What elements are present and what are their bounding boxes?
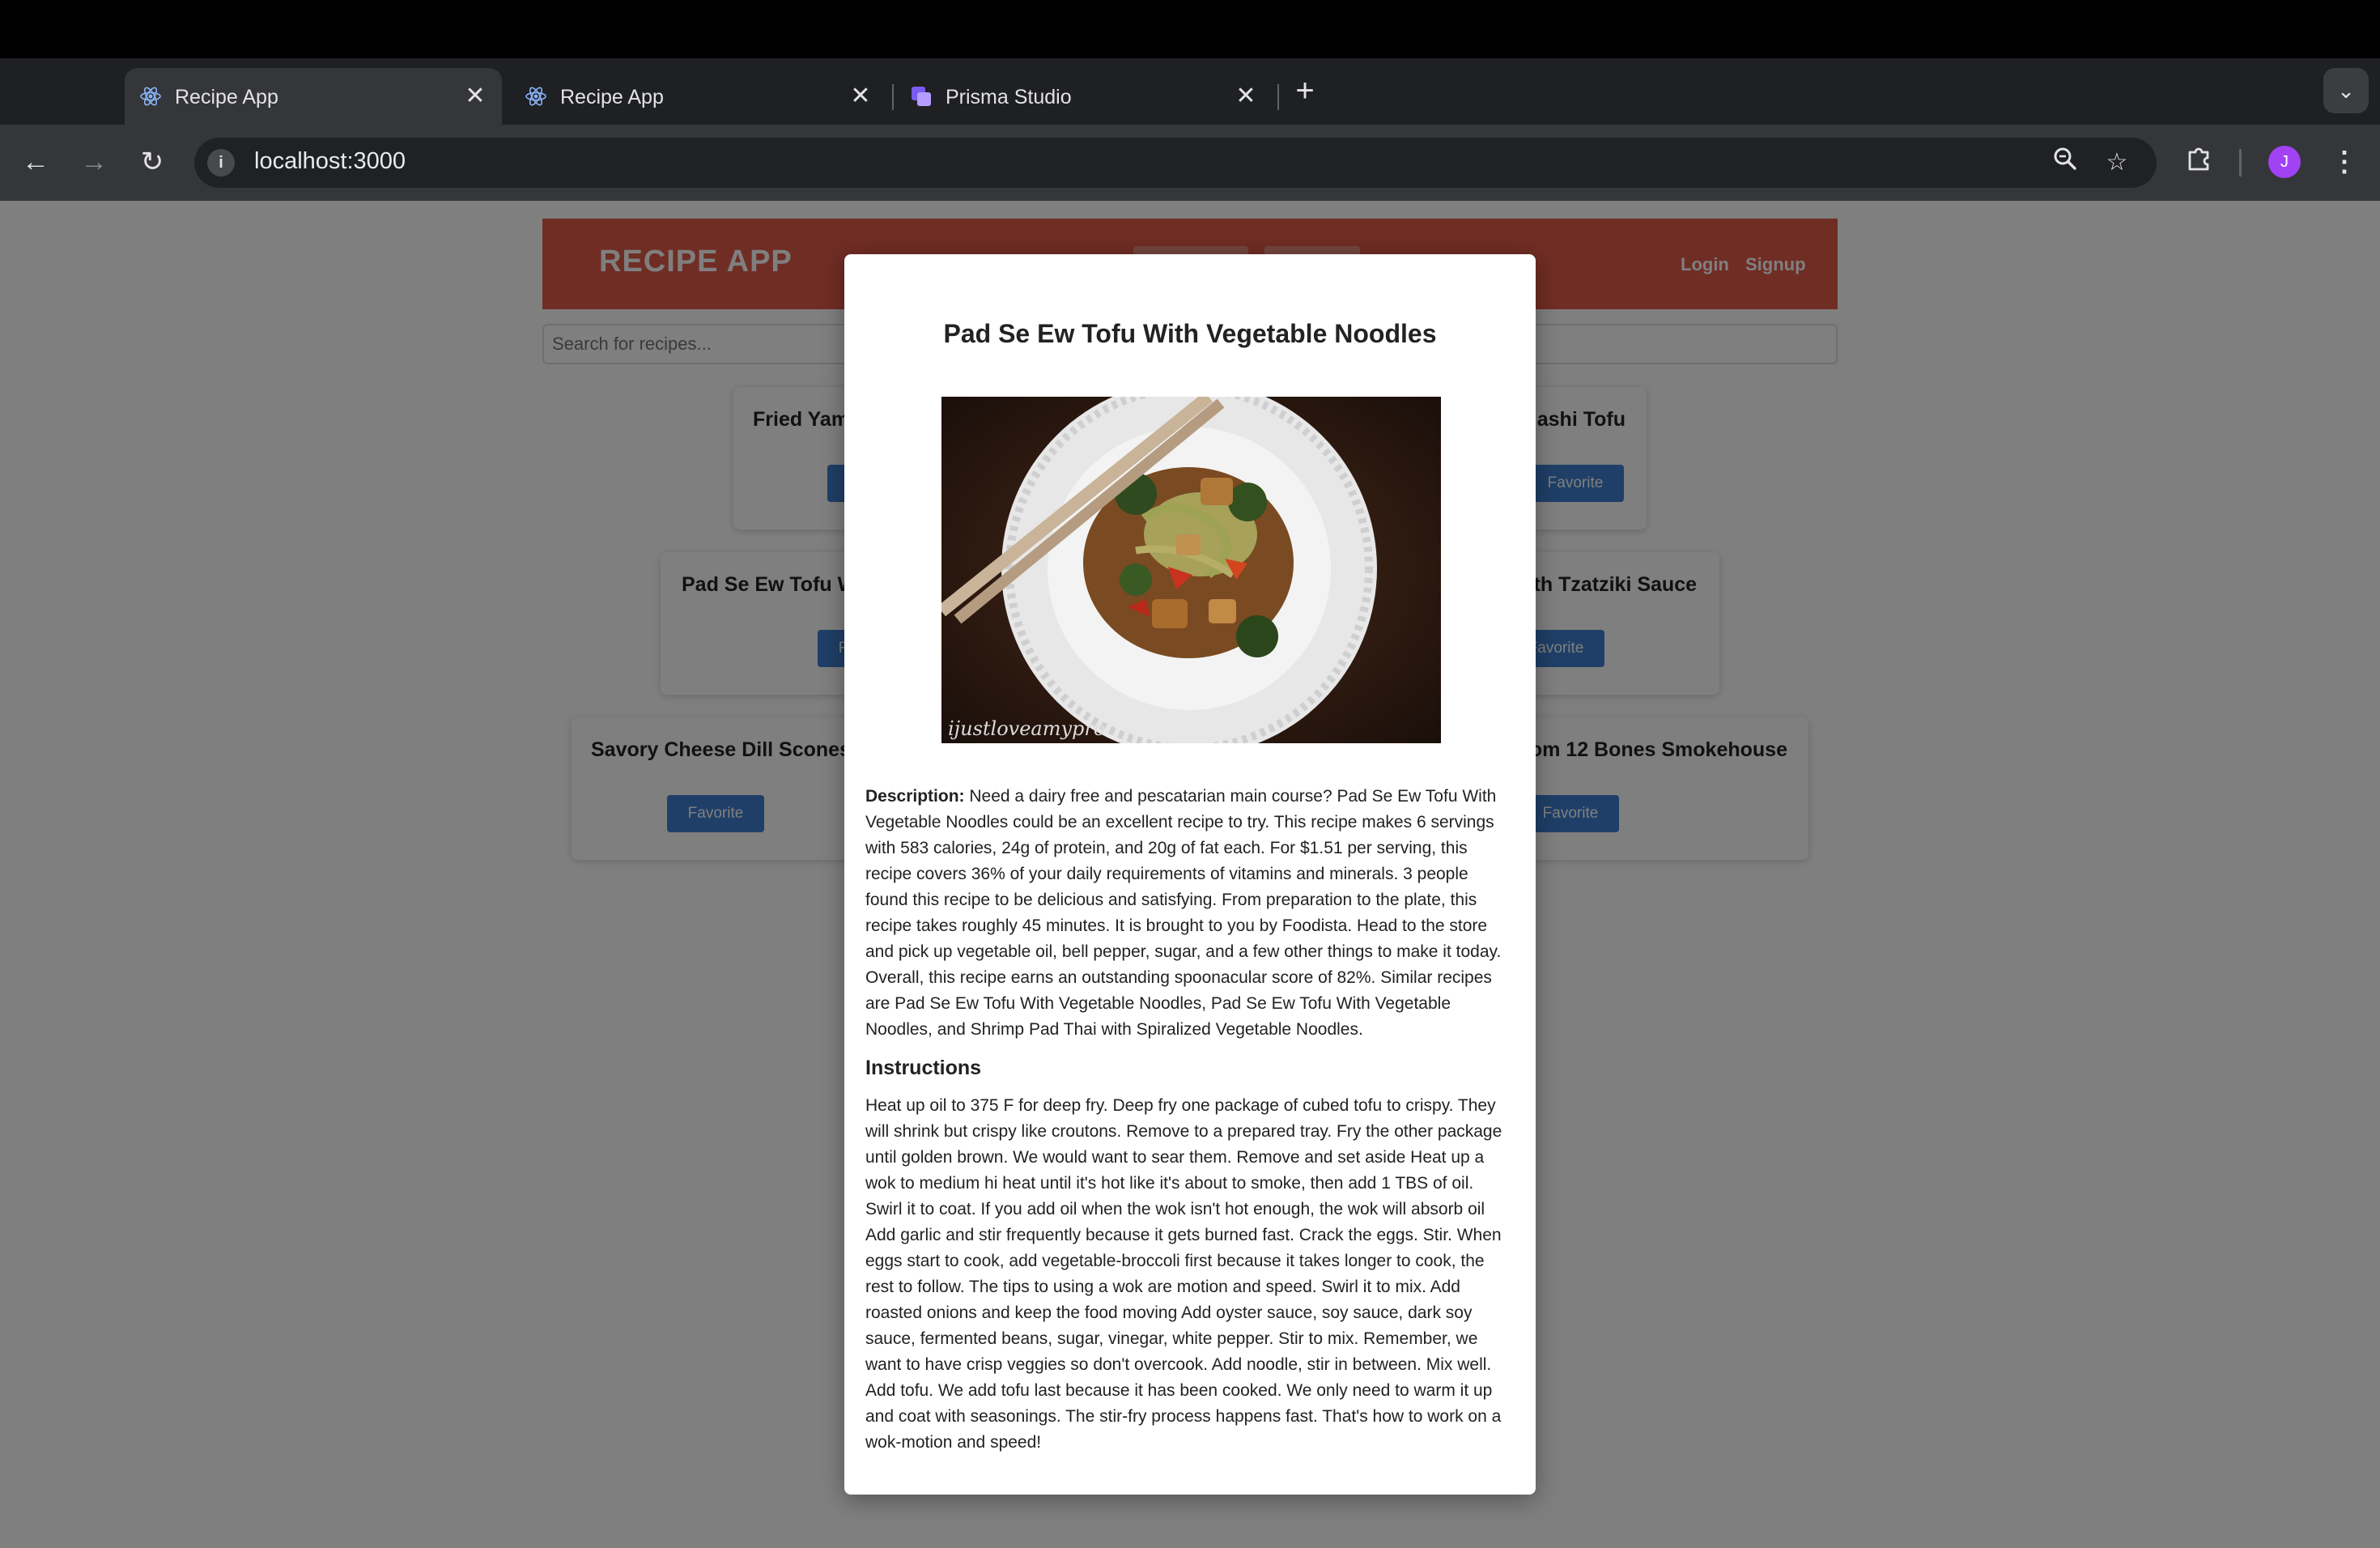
tab-title: Prisma Studio [946,86,1072,108]
prisma-icon [910,85,933,108]
zoom-icon[interactable] [2048,146,2082,180]
instructions-heading: Instructions [865,1057,982,1079]
recipe-app-page: RECIPE APP Login Signup Fried Yam ashi T… [0,201,2380,1548]
recipe-description: Description: Need a dairy free and pesca… [865,784,1513,1043]
image-watermark: ijustloveamypro [948,717,1105,740]
recipe-detail-modal: Pad Se Ew Tofu With Vegetable Noodles ij… [844,254,1536,1495]
extensions-icon[interactable] [2181,144,2218,181]
profile-avatar[interactable]: J [2268,146,2301,178]
address-bar[interactable] [194,138,2157,188]
tab-title: Recipe App [560,86,664,108]
window-top-bar [0,0,2380,58]
recipe-details: Description: Need a dairy free and pesca… [865,784,1513,1456]
tab-recipe-app-1[interactable]: Recipe App ✕ [125,68,502,125]
tab-recipe-app-2[interactable]: Recipe App ✕ [510,68,887,125]
close-icon[interactable]: ✕ [847,83,874,110]
reload-icon[interactable]: ↻ [133,142,172,181]
recipe-title: Pad Se Ew Tofu With Vegetable Noodles [943,319,1437,348]
bookmark-star-icon[interactable]: ☆ [2100,146,2134,180]
toolbar-divider [2239,149,2242,176]
site-info-icon[interactable]: i [207,149,235,176]
new-tab-button[interactable]: + [1289,74,1321,107]
address-url[interactable]: localhost:3000 [254,148,406,175]
instructions-text: Heat up oil to 375 F for deep fry. Deep … [865,1096,1502,1452]
recipe-image: ijustloveamypro [941,397,1441,743]
description-label: Description: [865,787,965,806]
tab-separator [892,84,894,110]
close-icon[interactable]: ✕ [461,83,489,110]
back-icon[interactable]: ← [16,142,55,181]
chevron-down-icon[interactable]: ⌄ [2323,68,2369,113]
more-menu-icon[interactable]: ⋮ [2328,142,2361,181]
tab-prisma-studio[interactable]: Prisma Studio ✕ [895,68,1273,125]
description-text: Need a dairy free and pescatarian main c… [865,787,1502,1039]
page-viewport: RECIPE APP Login Signup Fried Yam ashi T… [0,201,2380,1548]
tab-title: Recipe App [175,86,278,108]
tab-separator [1277,84,1279,110]
close-icon[interactable]: ✕ [1232,83,1260,110]
react-icon [139,85,162,108]
forward-icon[interactable]: → [74,142,113,181]
react-icon [525,85,547,108]
tab-strip: Recipe App ✕ Recipe App ✕ Prisma Studio … [0,58,2380,125]
